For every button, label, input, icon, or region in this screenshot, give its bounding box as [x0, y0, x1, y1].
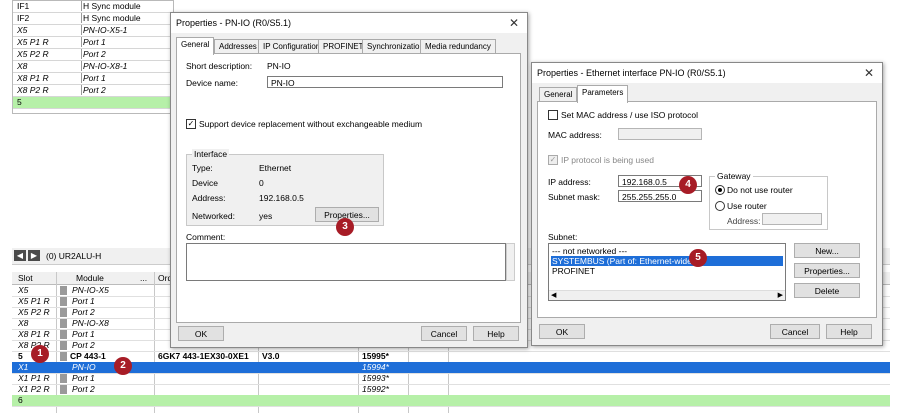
subnet-properties-button[interactable]: Properties... — [794, 263, 860, 278]
type-value: Ethernet — [259, 163, 292, 173]
device-label: Device — [192, 178, 218, 188]
tab-addresses[interactable]: Addresses — [214, 39, 262, 54]
gateway-group-title: Gateway — [715, 171, 753, 181]
subnet-label: Subnet: — [548, 232, 578, 242]
list-item[interactable]: PROFINET — [551, 266, 783, 276]
router-address-label: Address: — [727, 216, 761, 226]
step-badge-1: 1 — [31, 345, 49, 363]
back-arrow-icon[interactable]: ◀ — [14, 250, 26, 261]
delete-subnet-button[interactable]: Delete — [794, 283, 860, 298]
scroll-right-icon[interactable]: ▶ — [778, 291, 783, 300]
ok-button[interactable]: OK — [178, 326, 224, 341]
address-label: Address: — [192, 193, 226, 203]
table-row[interactable]: X5 P1 R Port 1 — [13, 37, 173, 49]
ip-protocol-label: IP protocol is being used — [561, 155, 654, 165]
station-title: (0) UR2ALU-H — [46, 251, 102, 261]
ip-address-label: IP address: — [548, 177, 591, 187]
support-replacement-label: Support device replacement without excha… — [199, 119, 423, 129]
dialog-title: Properties - PN-IO (R0/S5.1) — [176, 18, 292, 28]
use-router-label: Use router — [727, 201, 767, 211]
interface-group-title: Interface — [192, 149, 230, 159]
table-row[interactable]: IF1 H Sync module — [13, 1, 173, 13]
networked-value: yes — [259, 211, 273, 221]
gateway-group: Gateway Do not use router Use router Add… — [709, 171, 828, 230]
list-item-selected[interactable]: SYSTEMBUS (Part of: Ethernet-wide(1)) — [551, 256, 783, 266]
dialog-titlebar: Properties - PN-IO (R0/S5.1) ✕ — [171, 13, 527, 33]
use-router-radio[interactable] — [715, 201, 725, 211]
mac-address-input[interactable] — [618, 128, 702, 140]
close-icon[interactable]: ✕ — [864, 63, 874, 83]
dialog-titlebar: Properties - Ethernet interface PN-IO (R… — [532, 63, 882, 83]
ip-protocol-checkbox[interactable]: ✓ — [548, 155, 558, 165]
no-router-radio[interactable] — [715, 185, 725, 195]
header-slot[interactable]: Slot — [18, 272, 33, 284]
cancel-button[interactable]: Cancel — [770, 324, 820, 339]
device-name-label: Device name: — [186, 78, 238, 88]
set-mac-label: Set MAC address / use ISO protocol — [561, 110, 699, 120]
table-row[interactable]: 5 — [13, 97, 173, 109]
comment-label: Comment: — [186, 232, 226, 242]
general-tab-panel: Short description: PN-IO Device name: PN… — [176, 53, 521, 323]
ok-button[interactable]: OK — [539, 324, 585, 339]
type-label: Type: — [192, 163, 213, 173]
step-badge-2: 2 — [114, 357, 132, 375]
short-description-value: PN-IO — [267, 61, 291, 71]
new-subnet-button[interactable]: New... — [794, 243, 860, 258]
tab-synchronization[interactable]: Synchronization — [362, 39, 429, 54]
table-row[interactable]: X8 P2 R Port 2 — [13, 85, 173, 97]
address-value: 192.168.0.5 — [259, 193, 304, 203]
help-button[interactable]: Help — [826, 324, 872, 339]
comment-scrollbar[interactable] — [506, 243, 515, 281]
header-dots[interactable]: ... — [140, 272, 147, 284]
device-value: 0 — [259, 178, 264, 188]
table-row[interactable]: X8 P1 R Port 1 — [13, 73, 173, 85]
no-router-label: Do not use router — [727, 185, 793, 195]
networked-label: Networked: — [192, 211, 235, 221]
support-replacement-checkbox[interactable]: ✓ — [186, 119, 196, 129]
tab-ip-configuration[interactable]: IP Configuration — [258, 39, 326, 54]
tab-media-redundancy[interactable]: Media redundancy — [420, 39, 496, 54]
tab-general[interactable]: General — [176, 37, 215, 55]
header-module[interactable]: Module — [76, 272, 104, 284]
step-badge-3: 3 — [336, 218, 354, 236]
table-row[interactable]: IF2 H Sync module — [13, 13, 173, 25]
table-row[interactable]: X5 P2 R Port 2 — [13, 49, 173, 61]
step-badge-4: 4 — [679, 176, 697, 194]
properties-pnio-dialog: Properties - PN-IO (R0/S5.1) ✕ General A… — [170, 12, 528, 348]
comment-textarea[interactable] — [186, 243, 506, 281]
dialog-title: Properties - Ethernet interface PN-IO (R… — [537, 68, 726, 78]
tab-profinet[interactable]: PROFINET — [318, 39, 369, 54]
device-name-input[interactable]: PN-IO — [267, 76, 503, 88]
hw-config-top-table: IF1 H Sync module IF2 H Sync module X5 PN-I… — [12, 0, 174, 114]
ethernet-interface-dialog: Properties - Ethernet interface PN-IO (R… — [531, 62, 883, 346]
table-row[interactable]: X8 PN-IO-X8-1 — [13, 61, 173, 73]
tab-parameters[interactable]: Parameters — [577, 85, 629, 103]
list-item[interactable]: --- not networked --- — [551, 246, 783, 256]
tab-general[interactable]: General — [539, 87, 578, 102]
close-icon[interactable]: ✕ — [509, 13, 519, 33]
set-mac-checkbox[interactable] — [548, 110, 558, 120]
parameters-tab-panel: Set MAC address / use ISO protocol MAC a… — [537, 101, 877, 318]
router-address-input[interactable] — [762, 213, 822, 225]
interface-group: Interface Type: Ethernet Device 0 Addres… — [186, 149, 384, 226]
mac-address-label: MAC address: — [548, 130, 602, 140]
step-badge-5: 5 — [689, 249, 707, 267]
cancel-button[interactable]: Cancel — [421, 326, 467, 341]
short-description-label: Short description: — [186, 61, 253, 71]
subnet-listbox[interactable]: --- not networked --- SYSTEMBUS (Part of… — [548, 243, 786, 301]
scroll-left-icon[interactable]: ◀ — [551, 291, 556, 300]
forward-arrow-icon[interactable]: ▶ — [28, 250, 40, 261]
table-row[interactable]: X5 PN-IO-X5-1 — [13, 25, 173, 37]
help-button[interactable]: Help — [473, 326, 519, 341]
subnet-list-scrollbar[interactable]: ◀ ▶ — [549, 290, 785, 300]
subnet-mask-label: Subnet mask: — [548, 192, 600, 202]
table-row[interactable]: 6 — [12, 395, 890, 407]
